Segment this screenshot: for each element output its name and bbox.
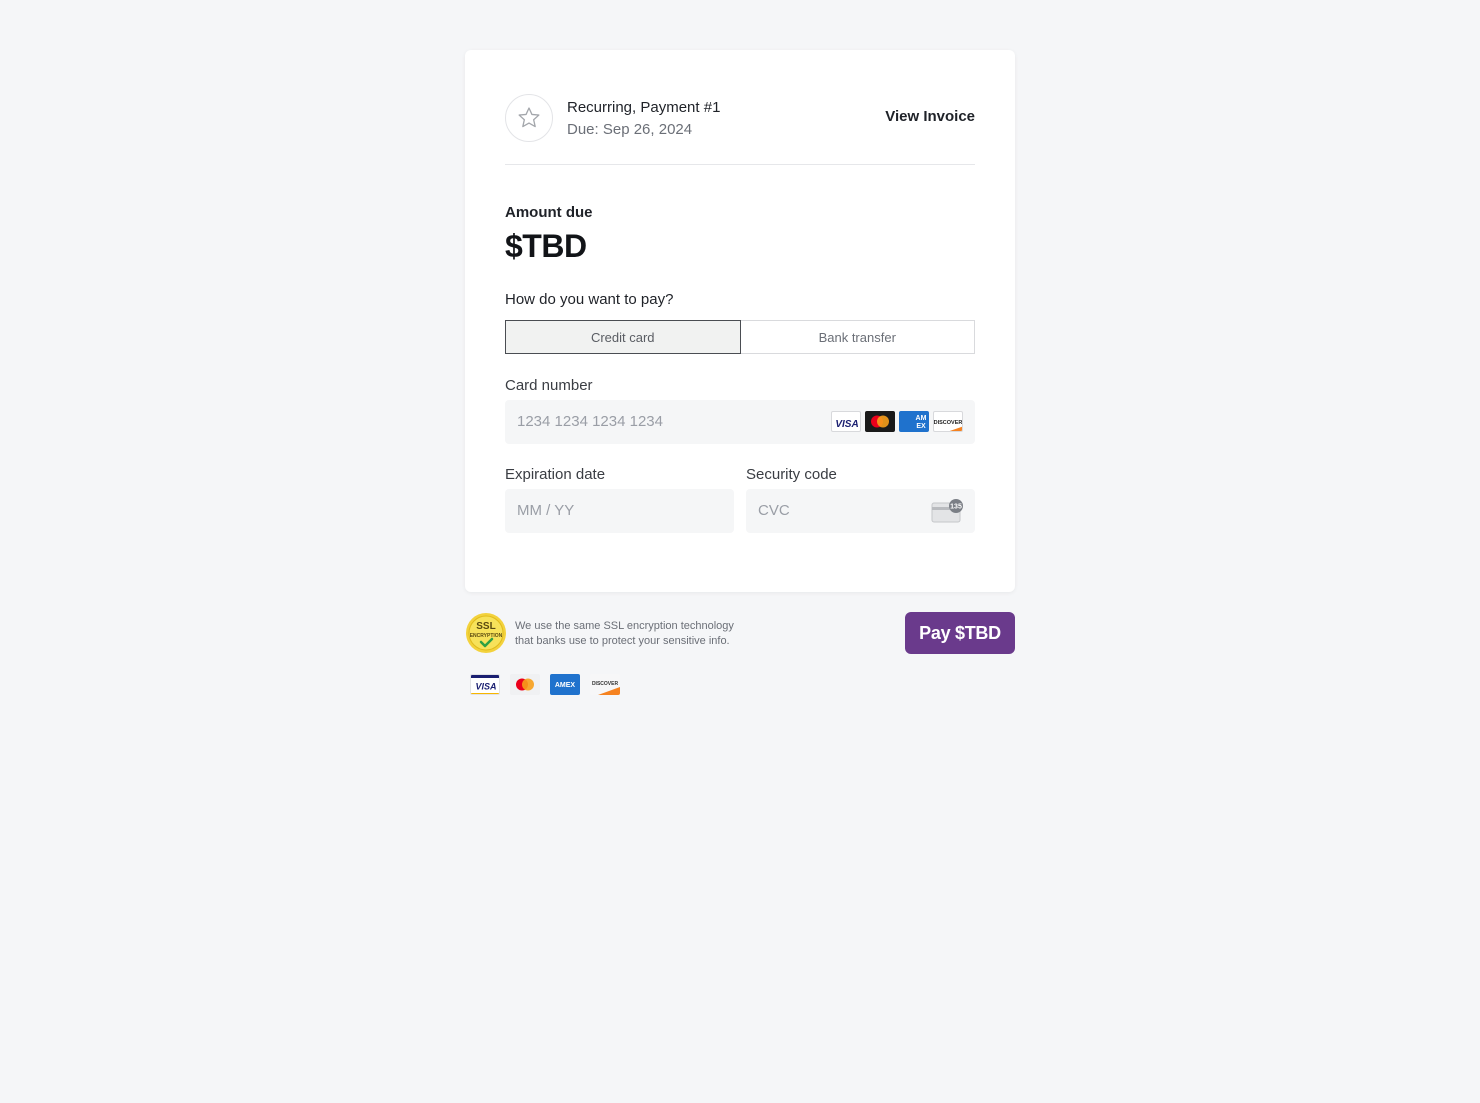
checkout-footer: SSL ENCRYPTION We use the same SSL encry… — [465, 612, 1015, 702]
due-date: Due: Sep 26, 2024 — [567, 121, 693, 138]
discover-icon: DISCOVER — [933, 411, 963, 432]
accepted-cards: VISA AMEX DISCOVER — [470, 674, 620, 695]
svg-text:EX: EX — [916, 423, 926, 430]
amex-icon: AMEX — [550, 674, 580, 695]
bank-transfer-tab[interactable]: Bank transfer — [740, 320, 975, 354]
expiration-date-input[interactable]: MM / YY — [505, 489, 734, 533]
payment-card: Recurring, Payment #1 Due: Sep 26, 2024 … — [465, 50, 1015, 592]
payment-method-question: How do you want to pay? — [505, 291, 674, 308]
card-brands: VISA AM EX DISCOVER — [831, 411, 963, 432]
svg-text:VISA: VISA — [835, 419, 858, 430]
payment-method-toggle: Credit card Bank transfer — [505, 320, 975, 354]
security-code-label: Security code — [746, 466, 837, 483]
ssl-seal-icon: SSL ENCRYPTION — [465, 612, 507, 654]
mastercard-icon — [510, 674, 540, 695]
ssl-notice-line-2: that banks use to protect your sensitive… — [515, 635, 730, 647]
amount-due-label: Amount due — [505, 204, 593, 221]
ssl-notice: We use the same SSL encryption technolog… — [515, 619, 765, 649]
invoice-info: Recurring, Payment #1 Due: Sep 26, 2024 — [567, 98, 720, 142]
svg-text:DISCOVER: DISCOVER — [592, 681, 619, 687]
discover-icon: DISCOVER — [590, 674, 620, 695]
security-code-input[interactable]: CVC 135 — [746, 489, 975, 533]
cvc-card-icon: 135 — [931, 499, 963, 528]
pay-button[interactable]: Pay $TBD — [905, 612, 1015, 654]
svg-text:SSL: SSL — [476, 621, 495, 632]
invoice-title: Recurring, Payment #1 — [567, 99, 721, 116]
card-number-label: Card number — [505, 377, 593, 394]
svg-text:ENCRYPTION: ENCRYPTION — [470, 633, 503, 639]
amex-icon: AMEX — [899, 411, 929, 432]
amount-due-value: $TBD — [505, 228, 587, 264]
svg-text:AM: AM — [916, 415, 927, 422]
svg-text:DISCOVER: DISCOVER — [934, 420, 962, 426]
expiration-date-label: Expiration date — [505, 466, 606, 483]
cvc-placeholder: CVC — [758, 502, 790, 519]
mastercard-icon — [865, 411, 895, 432]
svg-text:AMEX: AMEX — [555, 682, 576, 689]
credit-card-tab[interactable]: Credit card — [505, 320, 741, 354]
card-number-input[interactable]: 1234 1234 1234 1234 VISA AM EX DISCOVER — [505, 400, 975, 444]
card-number-placeholder: 1234 1234 1234 1234 — [517, 413, 663, 430]
visa-icon: VISA — [831, 411, 861, 432]
svg-text:VISA: VISA — [475, 682, 496, 692]
ssl-notice-line-1: We use the same SSL encryption technolog… — [515, 620, 734, 632]
view-invoice-link[interactable]: View Invoice — [885, 108, 975, 125]
cvc-icon-number: 135 — [950, 504, 962, 511]
expiration-placeholder: MM / YY — [517, 502, 575, 519]
visa-icon: VISA — [470, 674, 500, 695]
star-icon — [505, 94, 553, 142]
invoice-header: Recurring, Payment #1 Due: Sep 26, 2024 … — [505, 94, 975, 165]
